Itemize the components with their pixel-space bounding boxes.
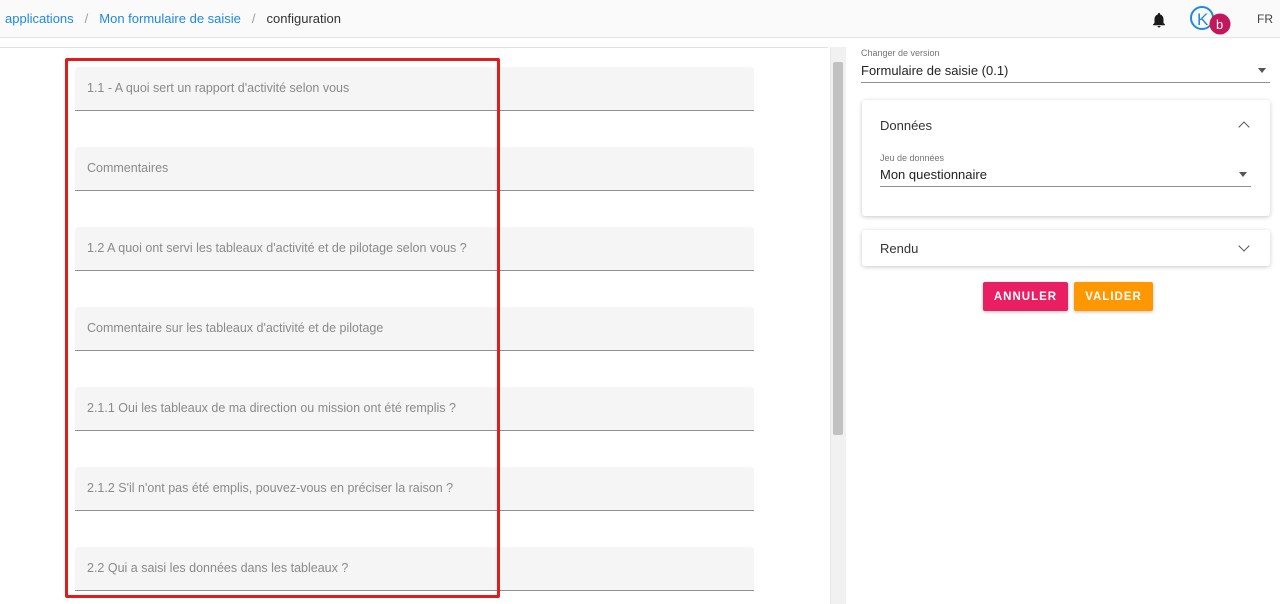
- field-label: Commentaire sur les tableaux d'activité …: [87, 321, 384, 335]
- field-label: Commentaires: [87, 161, 169, 175]
- version-value: Formulaire de saisie (0.1): [861, 62, 1009, 78]
- breadcrumb-separator: /: [251, 11, 256, 26]
- dropdown-arrow-icon: [1239, 171, 1247, 177]
- render-panel: Rendu: [862, 230, 1270, 266]
- form-field[interactable]: Commentaire sur les tableaux d'activité …: [75, 307, 754, 351]
- dataset-value: Mon questionnaire: [880, 166, 987, 182]
- k-logo-icon[interactable]: K b: [1188, 5, 1234, 35]
- breadcrumb-separator: /: [84, 11, 89, 26]
- bell-icon[interactable]: [1150, 10, 1168, 30]
- version-label: Changer de version: [861, 48, 940, 58]
- field-label: 2.1.2 S'il n'ont pas été emplis, pouvez-…: [87, 481, 454, 495]
- dataset-select[interactable]: Mon questionnaire: [880, 162, 1251, 187]
- logo-letter: K: [1197, 10, 1209, 29]
- render-panel-header[interactable]: Rendu: [862, 230, 1270, 266]
- breadcrumb-applications[interactable]: applications: [5, 11, 74, 26]
- form-field[interactable]: 2.1.1 Oui les tableaux de ma direction o…: [75, 387, 754, 431]
- render-panel-title: Rendu: [880, 241, 919, 256]
- breadcrumb-form[interactable]: Mon formulaire de saisie: [99, 11, 241, 26]
- validate-button[interactable]: VALIDER: [1074, 282, 1153, 311]
- data-panel-title: Données: [880, 118, 933, 133]
- chevron-up-icon: [1238, 121, 1250, 133]
- form-field[interactable]: 2.1.2 S'il n'ont pas été emplis, pouvez-…: [75, 467, 754, 511]
- language-selector[interactable]: FR: [1257, 12, 1273, 26]
- form-field[interactable]: Commentaires: [75, 147, 754, 191]
- field-label: 2.1.1 Oui les tableaux de ma direction o…: [87, 401, 456, 415]
- form-field[interactable]: 1.2 A quoi ont servi les tableaux d'acti…: [75, 227, 754, 271]
- cancel-button[interactable]: ANNULER: [983, 282, 1068, 311]
- data-panel-header[interactable]: Données: [862, 100, 1270, 148]
- field-label: 2.2 Qui a saisi les données dans les tab…: [87, 561, 349, 575]
- top-bar: applications / Mon formulaire de saisie …: [0, 0, 1280, 38]
- avatar-letter: b: [1216, 17, 1223, 32]
- scrollbar-thumb[interactable]: [833, 62, 843, 435]
- breadcrumb: applications / Mon formulaire de saisie …: [0, 11, 341, 26]
- version-select[interactable]: Formulaire de saisie (0.1): [861, 58, 1270, 83]
- form-field[interactable]: 1.1 - A quoi sert un rapport d'activité …: [75, 67, 754, 111]
- form-field[interactable]: 2.2 Qui a saisi les données dans les tab…: [75, 547, 754, 591]
- field-label: 1.1 - A quoi sert un rapport d'activité …: [87, 81, 350, 95]
- field-label: 1.2 A quoi ont servi les tableaux d'acti…: [87, 241, 467, 255]
- breadcrumb-current: configuration: [266, 11, 341, 26]
- data-panel: Données Jeu de données Mon questionnaire: [862, 100, 1270, 216]
- dropdown-arrow-icon: [1258, 67, 1266, 73]
- chevron-down-icon: [1238, 240, 1250, 252]
